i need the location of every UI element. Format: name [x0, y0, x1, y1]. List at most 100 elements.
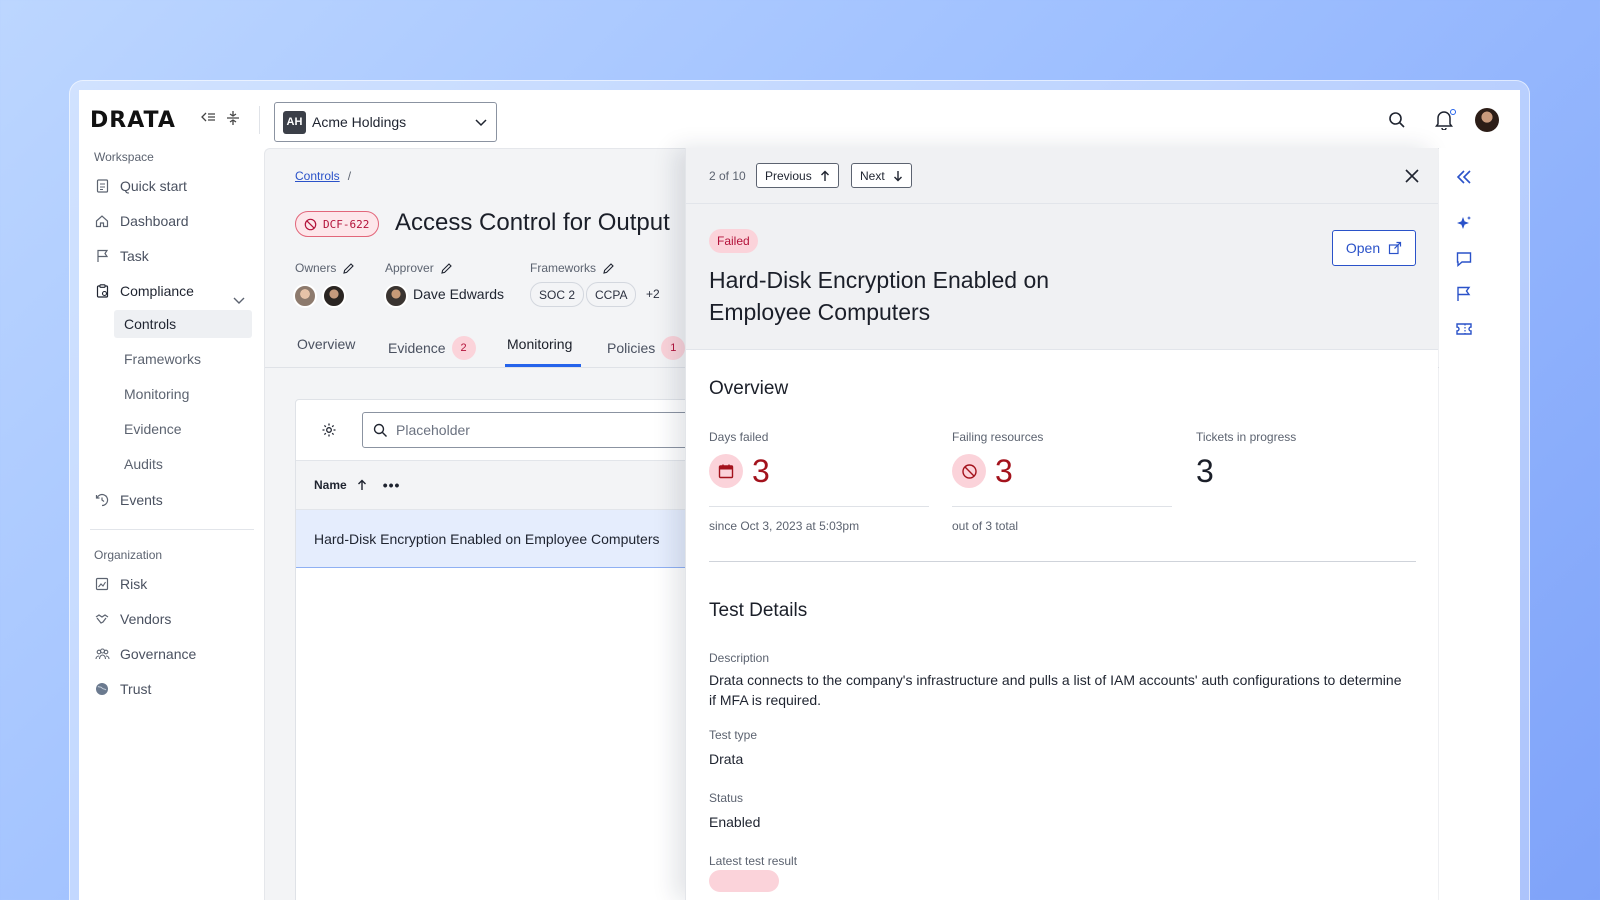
sidebar-subitem-audits[interactable]: Audits — [114, 450, 252, 478]
table-cell-name: Hard-Disk Encryption Enabled on Employee… — [314, 530, 660, 547]
tab-monitoring[interactable]: Monitoring — [507, 336, 572, 352]
failed-resource-icon — [952, 454, 986, 488]
split-view-icon[interactable] — [227, 111, 239, 128]
sidebar-item-governance[interactable]: Governance — [94, 640, 254, 668]
arrow-up-icon — [820, 170, 829, 181]
active-tab-indicator — [505, 364, 581, 367]
sidebar-item-compliance[interactable]: Compliance — [94, 277, 254, 305]
close-icon[interactable] — [1404, 168, 1420, 184]
sidebar-item-risk[interactable]: Risk — [94, 570, 254, 598]
sidebar-item-dashboard[interactable]: Dashboard — [94, 207, 254, 235]
tab-overview[interactable]: Overview — [297, 336, 355, 352]
sidebar-subitem-controls[interactable]: Controls — [114, 310, 252, 338]
ticket-icon[interactable] — [1455, 320, 1473, 338]
sidebar-item-label: Governance — [120, 646, 197, 662]
approver-label: Approver — [385, 261, 453, 275]
sidebar-item-label: Compliance — [120, 283, 194, 299]
search-placeholder: Placeholder — [396, 422, 470, 438]
owners-label-text: Owners — [295, 261, 337, 275]
test-type-value: Drata — [709, 751, 744, 767]
column-header-name[interactable]: Name — [314, 478, 347, 492]
description-label: Description — [709, 651, 770, 665]
breadcrumb-controls-link[interactable]: Controls — [295, 169, 340, 183]
sidebar-subitem-evidence[interactable]: Evidence — [114, 415, 252, 443]
calendar-icon — [709, 454, 743, 488]
previous-button[interactable]: Previous — [756, 163, 839, 188]
document-icon — [94, 178, 110, 194]
sidebar-item-label: Task — [120, 248, 149, 264]
sidebar-item-label: Events — [120, 492, 163, 508]
search-icon — [373, 423, 387, 437]
page-title: Access Control for Output — [395, 209, 670, 236]
tab-label: Monitoring — [507, 336, 573, 352]
approver-label-text: Approver — [385, 261, 434, 275]
open-button[interactable]: Open — [1332, 230, 1416, 266]
stat-value-failing-resources: 3 — [995, 453, 1013, 489]
gear-icon[interactable] — [321, 422, 337, 438]
flag-icon[interactable] — [1455, 285, 1473, 303]
edit-icon[interactable] — [440, 262, 453, 275]
search-icon[interactable] — [1388, 111, 1406, 129]
sort-ascending-icon[interactable] — [357, 479, 367, 491]
sidebar-subitem-monitoring[interactable]: Monitoring — [114, 380, 252, 408]
sparkle-icon[interactable] — [1455, 215, 1473, 233]
control-id-badge: DCF-622 — [295, 211, 380, 237]
overview-heading: Overview — [709, 378, 789, 399]
sidebar-item-trust[interactable]: Trust — [94, 675, 254, 703]
chevrons-left-icon[interactable] — [1455, 168, 1473, 186]
frameworks-more[interactable]: +2 — [646, 287, 660, 301]
previous-label: Previous — [765, 168, 812, 183]
collapse-sidebar-icon[interactable] — [201, 111, 215, 126]
drata-logo: DRATA — [90, 108, 176, 133]
stat-value-days-failed: 3 — [752, 453, 770, 489]
tab-evidence[interactable]: Evidence 2 — [388, 336, 476, 360]
user-avatar[interactable] — [1475, 108, 1499, 132]
sidebar-item-label: Vendors — [120, 611, 172, 627]
chevron-down-icon[interactable] — [232, 293, 246, 307]
organization-section-label: Organization — [94, 548, 163, 562]
test-title: Hard-Disk Encryption Enabled on Employee… — [709, 267, 1050, 325]
status-label: Status — [709, 791, 744, 805]
tab-policies[interactable]: Policies 1 — [607, 336, 686, 360]
test-type-label: Test type — [709, 728, 758, 742]
pagination-position: 2 of 10 — [709, 169, 746, 183]
stat-value-tickets: 3 — [1196, 453, 1214, 489]
stat-label-tickets: Tickets in progress — [1196, 430, 1297, 444]
tab-label: Policies — [607, 340, 656, 356]
app-window: DRATA AH Acme Holdings Workspace Quick s… — [79, 90, 1520, 900]
framework-chip-soc2[interactable]: SOC 2 — [530, 282, 585, 307]
sidebar-item-quick-start[interactable]: Quick start — [94, 172, 254, 200]
edit-icon[interactable] — [342, 262, 355, 275]
comment-icon[interactable] — [1455, 250, 1473, 268]
sidebar-item-label: Trust — [120, 681, 152, 697]
tab-count-badge: 1 — [661, 336, 686, 360]
sidebar-subitem-frameworks[interactable]: Frameworks — [114, 345, 252, 373]
sidebar-item-vendors[interactable]: Vendors — [94, 605, 254, 633]
stat-label-failing-resources: Failing resources — [952, 430, 1044, 444]
top-bar: DRATA AH Acme Holdings — [79, 90, 1520, 150]
chart-icon — [94, 576, 110, 592]
topbar-divider — [259, 106, 260, 134]
workspace-section-label: Workspace — [94, 150, 154, 164]
workspace-select[interactable]: AH Acme Holdings — [274, 102, 497, 142]
owner-avatar[interactable] — [322, 284, 346, 308]
home-icon — [94, 213, 110, 229]
approver-avatar[interactable] — [384, 284, 408, 308]
sidebar-divider — [90, 529, 254, 530]
stat-label-days-failed: Days failed — [709, 430, 769, 444]
clipboard-icon — [94, 283, 110, 299]
framework-chip-ccpa[interactable]: CCPA — [586, 282, 637, 307]
test-detail-panel: 2 of 10 Previous Next Failed Hard-Disk E… — [685, 148, 1438, 900]
handshake-icon — [94, 611, 110, 627]
more-options-icon[interactable]: ••• — [383, 477, 401, 493]
arrow-down-icon — [893, 170, 902, 181]
edit-icon[interactable] — [602, 262, 615, 275]
chevron-down-icon — [475, 119, 487, 127]
sidebar-item-events[interactable]: Events — [94, 486, 254, 514]
owner-avatar[interactable] — [293, 284, 317, 308]
sidebar-item-task[interactable]: Task — [94, 242, 254, 270]
flag-icon — [94, 248, 110, 264]
people-icon — [94, 646, 110, 662]
next-button[interactable]: Next — [851, 163, 912, 188]
stat-divider — [709, 506, 929, 507]
